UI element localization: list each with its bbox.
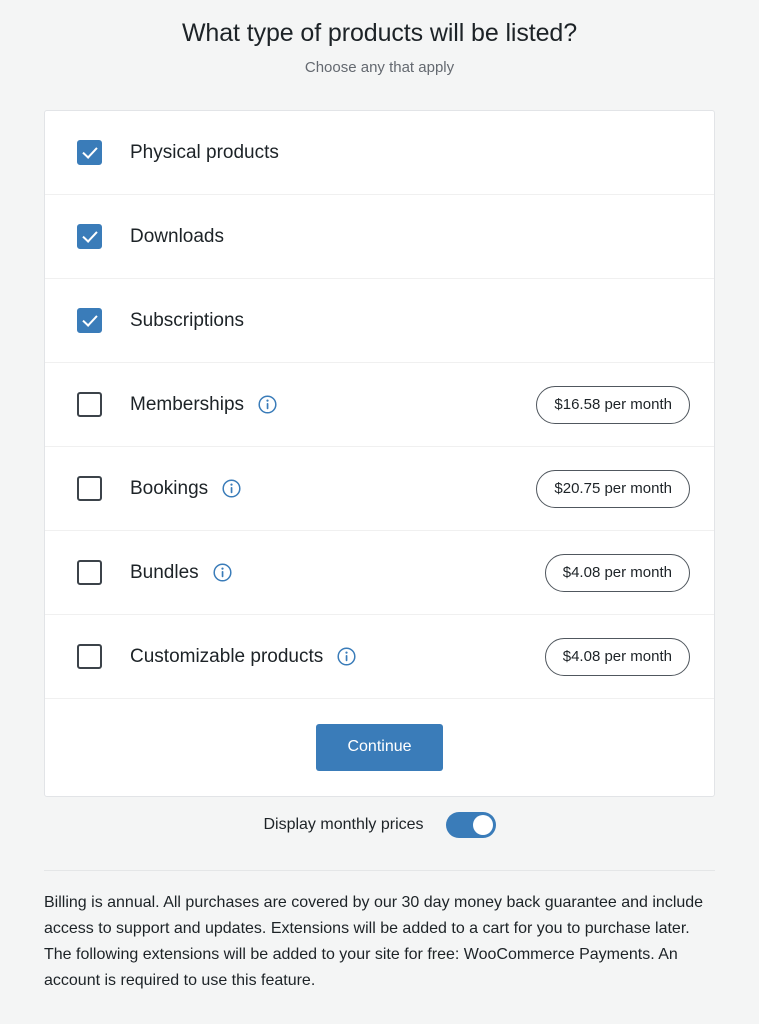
display-monthly-prices-row: Display monthly prices: [0, 812, 759, 838]
product-type-label: Downloads: [130, 225, 224, 247]
continue-row: Continue: [45, 699, 714, 796]
product-type-options-list: Physical products Downloads Subscriptions M…: [45, 111, 714, 699]
product-type-checkbox[interactable]: [77, 140, 102, 165]
product-type-label: Bundles: [130, 561, 199, 583]
product-type-row-main: Downloads: [77, 224, 690, 249]
product-type-price: $4.08 per month: [544, 553, 690, 592]
product-type-row[interactable]: Physical products: [45, 111, 714, 195]
product-types-card: Physical products Downloads Subscriptions M…: [44, 110, 715, 797]
product-type-checkbox[interactable]: [77, 476, 102, 501]
product-type-price: $20.75 per month: [536, 469, 690, 508]
product-type-price: $4.08 per month: [544, 637, 690, 676]
product-type-label: Customizable products: [130, 645, 324, 667]
display-monthly-prices-label: Display monthly prices: [263, 816, 424, 833]
product-type-row-main: Memberships: [77, 392, 536, 417]
product-type-price: $16.58 per month: [536, 385, 690, 424]
footer-notes: Billing is annual. All purchases are cov…: [44, 890, 716, 994]
product-types-setup-page: What type of products will be listed? Ch…: [0, 0, 759, 1024]
toggle-knob: [472, 815, 493, 835]
product-type-label: Physical products: [130, 141, 279, 163]
continue-button[interactable]: Continue: [316, 724, 443, 771]
product-type-checkbox[interactable]: [77, 392, 102, 417]
product-type-row[interactable]: Downloads: [45, 195, 714, 279]
product-type-row-main: Customizable products: [77, 644, 545, 669]
product-type-checkbox[interactable]: [77, 560, 102, 585]
product-type-row-main: Subscriptions: [77, 308, 690, 333]
product-type-row-main: Bookings: [77, 476, 536, 501]
product-type-label: Bookings: [130, 477, 209, 499]
free-extensions-note: The following extensions will be added t…: [44, 946, 678, 989]
product-type-row[interactable]: Subscriptions: [45, 279, 714, 363]
info-icon[interactable]: [258, 395, 277, 414]
product-type-row[interactable]: Memberships $16.58 per month: [45, 363, 714, 447]
product-type-checkbox[interactable]: [77, 224, 102, 249]
product-type-row-main: Physical products: [77, 140, 690, 165]
product-type-row[interactable]: Bookings $20.75 per month: [45, 447, 714, 531]
page-header: What type of products will be listed? Ch…: [0, 0, 759, 78]
product-type-row-main: Bundles: [77, 560, 545, 585]
display-monthly-prices-toggle[interactable]: [445, 812, 496, 838]
info-icon[interactable]: [337, 647, 356, 666]
info-icon[interactable]: [213, 563, 232, 582]
page-subtitle: Choose any that apply: [304, 59, 455, 76]
product-type-label: Memberships: [130, 393, 245, 415]
product-type-checkbox[interactable]: [77, 308, 102, 333]
footer-divider: [44, 870, 715, 871]
info-icon[interactable]: [222, 479, 241, 498]
product-type-label: Subscriptions: [130, 309, 245, 331]
billing-note: Billing is annual. All purchases are cov…: [44, 894, 704, 937]
product-type-row[interactable]: Customizable products $4.08 per month: [45, 615, 714, 699]
product-type-checkbox[interactable]: [77, 644, 102, 669]
product-type-row[interactable]: Bundles $4.08 per month: [45, 531, 714, 615]
page-title: What type of products will be listed?: [181, 19, 578, 47]
